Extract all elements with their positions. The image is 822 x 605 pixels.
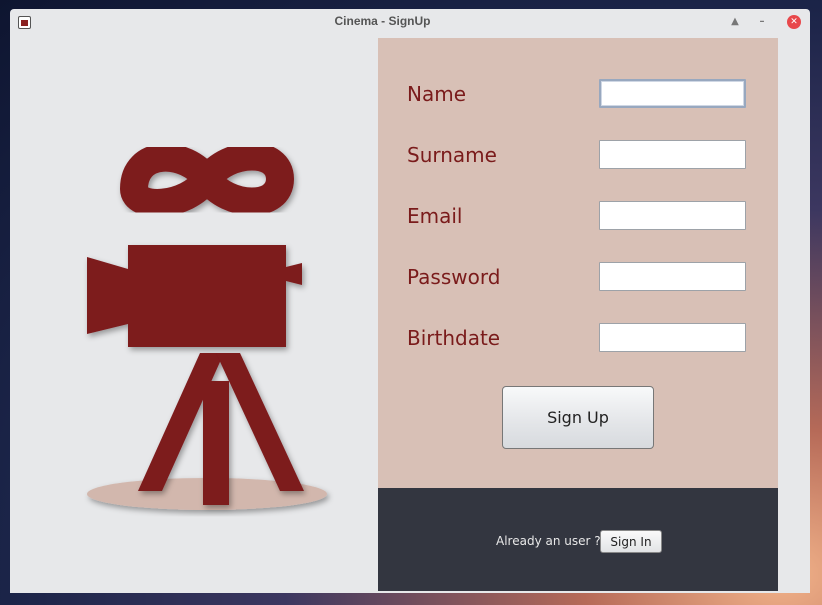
- already-user-text: Already an user ?: [496, 534, 601, 548]
- signup-window: Cinema - SignUp ▲ – ✕ Name Surname Email…: [10, 9, 810, 593]
- infinity-reels: [120, 142, 294, 217]
- camera-body: [87, 245, 302, 347]
- signin-footer: Already an user ? Sign In: [378, 488, 778, 591]
- surname-label: Surname: [407, 143, 497, 167]
- title-bar[interactable]: Cinema - SignUp ▲ – ✕: [10, 9, 810, 37]
- password-label: Password: [407, 265, 501, 289]
- birthdate-field[interactable]: [599, 323, 746, 352]
- cinema-camera-logo: [87, 142, 327, 510]
- email-field[interactable]: [599, 201, 746, 230]
- window-title: Cinema - SignUp: [334, 14, 431, 28]
- maximize-icon[interactable]: ▲: [728, 15, 742, 29]
- signup-button[interactable]: Sign Up: [502, 386, 654, 449]
- birthdate-label: Birthdate: [407, 326, 501, 350]
- minimize-icon[interactable]: –: [755, 15, 769, 29]
- password-field[interactable]: [599, 262, 746, 291]
- name-label: Name: [407, 82, 467, 106]
- signin-button[interactable]: Sign In: [600, 530, 662, 553]
- email-label: Email: [407, 204, 463, 228]
- name-field[interactable]: [599, 79, 746, 108]
- close-icon[interactable]: ✕: [787, 15, 801, 29]
- signup-form-panel: Name Surname Email Password Birthdate Si…: [378, 38, 778, 488]
- tripod: [138, 353, 304, 505]
- surname-field[interactable]: [599, 140, 746, 169]
